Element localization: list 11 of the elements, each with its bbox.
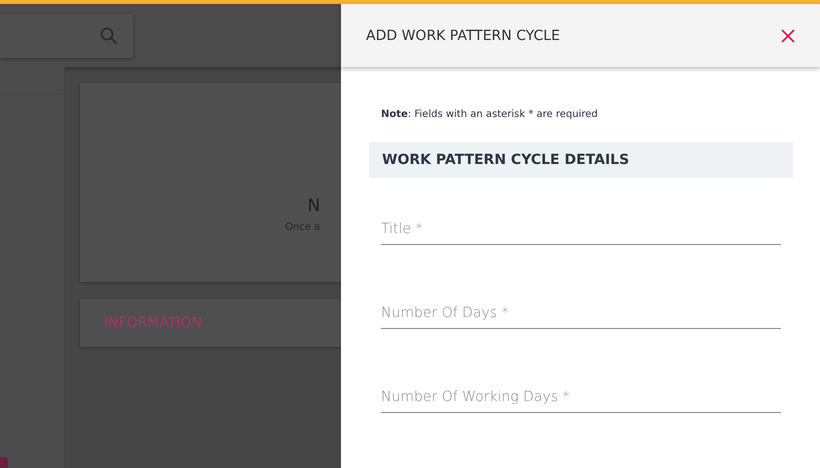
section-heading: WORK PATTERN CYCLE DETAILS <box>369 142 793 178</box>
sidebar-tab[interactable] <box>0 457 8 468</box>
info-title: INFORMATION <box>104 315 202 331</box>
panel-title: ADD WORK PATTERN CYCLE <box>366 28 560 44</box>
note-text: Note: Fields with an asterisk * are required <box>381 109 599 120</box>
input-field[interactable]: Number Of Days * <box>381 298 781 329</box>
input-field[interactable]: Title * <box>381 214 781 245</box>
search-field[interactable] <box>0 14 133 58</box>
search-icon[interactable] <box>100 26 118 44</box>
input-field[interactable]: Number Of Working Days * <box>381 382 781 413</box>
close-button[interactable] <box>781 28 795 42</box>
